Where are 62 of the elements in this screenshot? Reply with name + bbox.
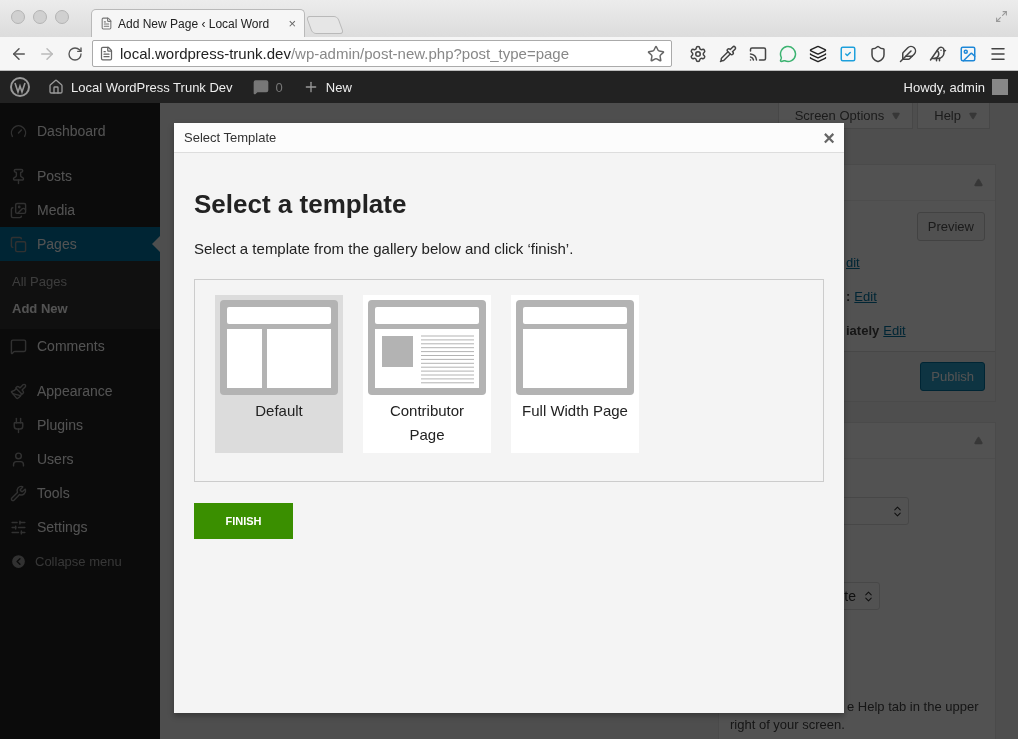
comment-icon[interactable] <box>252 79 269 95</box>
edit-link[interactable]: Edit <box>883 322 906 338</box>
browser-tab[interactable]: Add New Page ‹ Local Word × <box>91 9 305 37</box>
layers-icon[interactable] <box>809 44 827 63</box>
menu-item[interactable]: Dashboard <box>0 114 160 148</box>
wordpress-logo[interactable] <box>10 77 30 97</box>
pin-icon <box>10 167 27 185</box>
home-icon[interactable] <box>48 79 64 95</box>
close-button[interactable]: × <box>823 127 835 148</box>
help-text: e Help tab in the upper <box>846 698 980 716</box>
template-option[interactable]: Default <box>215 295 343 453</box>
help-text: right of your screen. <box>729 716 846 734</box>
caret-icon <box>969 111 977 120</box>
menu-item[interactable]: Settings <box>0 510 160 544</box>
updown-arrows-icon <box>862 589 875 603</box>
tab-close-button[interactable]: × <box>288 16 296 31</box>
address-bar[interactable]: local.wordpress-trunk.dev/wp-admin/post-new.php?post_type=page <box>92 40 672 67</box>
paintbrush-icon <box>10 382 27 400</box>
pipette-icon[interactable] <box>719 44 737 63</box>
caret-icon <box>892 111 901 120</box>
shield-icon[interactable] <box>869 44 887 63</box>
comment-icon <box>10 337 27 355</box>
edit-link[interactable]: Edit <box>854 288 877 304</box>
image-icon[interactable] <box>959 44 977 63</box>
template-option[interactable]: Full Width Page <box>511 295 639 453</box>
gauge-icon <box>10 122 27 140</box>
publish-button[interactable]: Publish <box>920 362 985 391</box>
comment-count[interactable]: 0 <box>275 79 283 95</box>
site-name-link[interactable]: Local WordPress Trunk Dev <box>71 79 233 95</box>
menu-item[interactable]: Appearance <box>0 374 160 408</box>
pages-icon <box>10 235 27 253</box>
menu-item[interactable]: Plugins <box>0 408 160 442</box>
edit-link[interactable]: dit <box>846 254 860 270</box>
sliders-icon <box>10 518 27 536</box>
gear-icon[interactable] <box>689 44 707 63</box>
updown-arrows-icon <box>891 504 904 518</box>
template-option[interactable]: Contributor Page <box>363 295 491 453</box>
star-icon[interactable] <box>647 44 665 63</box>
status-text: : <box>846 288 851 304</box>
menu-item[interactable]: Pages <box>0 227 160 261</box>
dialog-title: Select Template <box>184 130 277 145</box>
dialog-heading: Select a template <box>194 189 407 220</box>
images-icon <box>10 201 27 219</box>
menu-item[interactable]: Tools <box>0 476 160 510</box>
menu-item[interactable]: Media <box>0 193 160 227</box>
checkbox-icon[interactable] <box>839 44 857 63</box>
animal-icon[interactable] <box>929 44 947 63</box>
menu-item[interactable]: Comments <box>0 329 160 363</box>
dialog-description: Select a template from the gallery below and click ‘finish’. <box>194 240 574 257</box>
account-link[interactable]: Howdy, admin <box>903 79 985 95</box>
page-icon <box>99 46 114 61</box>
cast-icon[interactable] <box>749 44 767 63</box>
menu-item[interactable]: Posts <box>0 159 160 193</box>
submenu-item[interactable]: Add New <box>0 295 160 322</box>
menu-item[interactable]: Users <box>0 442 160 476</box>
status-text: iately <box>846 322 880 338</box>
wrench-icon <box>10 484 27 502</box>
page-icon <box>100 17 113 30</box>
new-link[interactable]: New <box>325 79 352 95</box>
finish-button[interactable]: FINISH <box>194 503 293 539</box>
feather-icon[interactable] <box>899 44 917 63</box>
user-icon <box>10 450 27 468</box>
